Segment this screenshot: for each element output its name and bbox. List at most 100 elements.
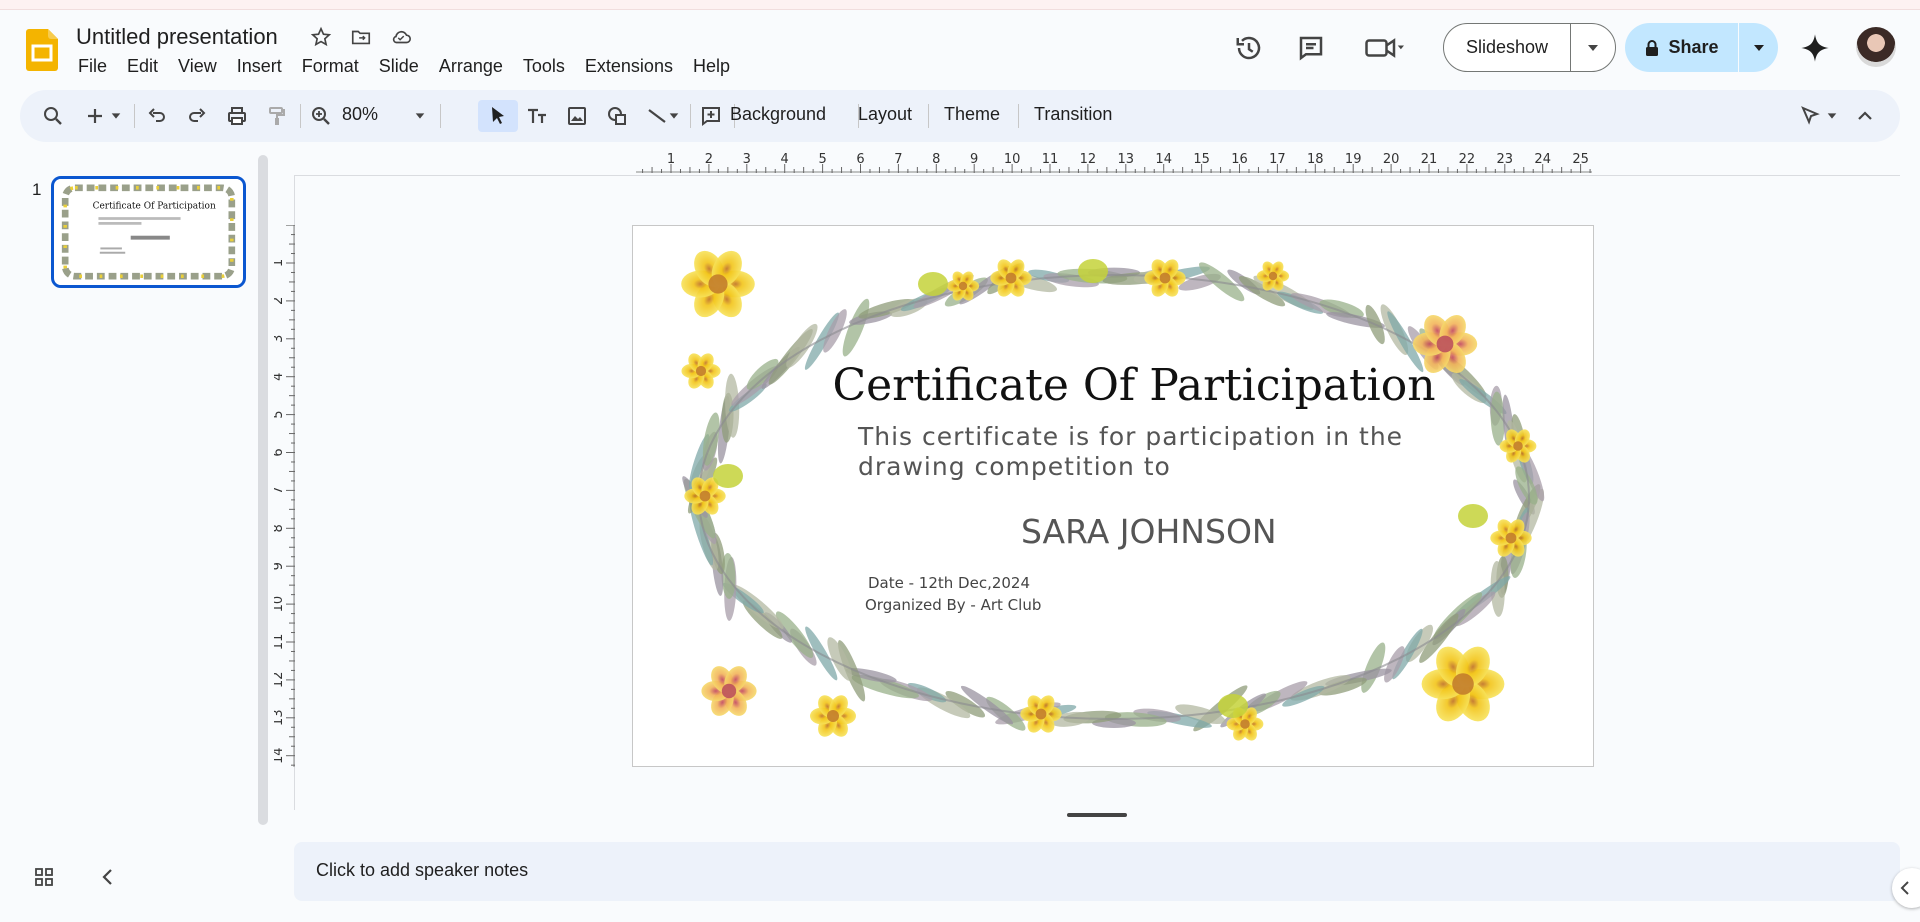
menu-file[interactable]: File [78,56,115,77]
redo-button[interactable] [184,103,210,129]
print-icon [228,107,246,125]
hide-menus-button[interactable] [1852,103,1878,129]
ruler-tick-label: 25 [1572,152,1589,167]
add-comment-button[interactable] [698,103,724,129]
editing-mode-button[interactable] [1798,103,1824,129]
menu-insert[interactable]: Insert [225,56,290,77]
theme-button[interactable]: Theme [944,104,1000,125]
horizontal-ruler[interactable]: 1 2 3 4 5 6 7 8 9 10 11 12 13 14 15 16 17 18 19 20 21 22 23 24 2… [636,152,1592,176]
editing-mode-dropdown[interactable] [1824,103,1840,129]
toolbar-divider [1018,104,1019,128]
zoom-dropdown[interactable] [412,103,428,129]
menu-format[interactable]: Format [290,56,367,77]
transition-button[interactable]: Transition [1034,104,1112,125]
background-button[interactable]: Background [730,104,826,125]
gemini-sparkle-icon[interactable] [1800,33,1830,63]
menu-slide[interactable]: Slide [367,56,427,77]
insert-image-button[interactable] [564,103,590,129]
menu-extensions[interactable]: Extensions [573,56,681,77]
flower-center [699,490,711,502]
layout-button[interactable]: Layout [858,104,912,125]
new-slide-dropdown[interactable] [108,103,124,129]
undo-button[interactable] [144,103,170,129]
chevron-down-icon [415,113,425,119]
version-history-icon[interactable] [1234,33,1264,63]
slideshow-button[interactable]: Slideshow [1443,23,1616,72]
paint-format-icon [269,107,285,125]
new-slide-button[interactable] [82,103,108,129]
ruler-tick-label: 10 [1004,152,1021,167]
menu-edit[interactable]: Edit [115,56,166,77]
ruler-tick-label: 10 [274,596,286,613]
certificate-date[interactable]: Date - 12th Dec,2024 [868,574,1030,592]
grid-view-icon[interactable] [33,865,57,889]
menu-view[interactable]: View [166,56,225,77]
move-folder-icon[interactable] [350,26,372,48]
ruler-tick-label: 7 [274,486,286,494]
share-dropdown[interactable] [1739,43,1778,53]
line-dropdown[interactable] [666,103,682,129]
undo-icon [148,108,165,122]
flower-center [708,274,728,294]
menu-help[interactable]: Help [681,56,738,77]
share-label-wrap[interactable]: Share [1625,23,1739,72]
ruler-tick-label: 22 [1459,152,1476,167]
slide-thumbnail-1[interactable]: Certificate Of Participation [51,176,246,288]
text-box-button[interactable] [524,103,550,129]
flower-center [1505,532,1517,544]
zoom-button[interactable] [308,103,334,129]
shape-button[interactable] [604,103,630,129]
print-button[interactable] [224,103,250,129]
slideshow-dropdown[interactable] [1571,43,1615,53]
certificate-title[interactable]: Certificate Of Participation [633,360,1593,411]
flower-center [1268,271,1278,281]
ruler-tick-label: 5 [274,410,286,418]
chevron-down-icon [111,113,121,119]
flower-center [1452,673,1474,695]
slides-panel-scrollbar[interactable] [258,155,268,825]
pen-cursor-icon [1801,106,1820,125]
ruler-tick-label: 19 [1345,152,1362,167]
vertical-ruler[interactable]: 1234567891011121314 [274,225,296,767]
ruler-tick-label: 11 [274,634,286,651]
ruler-tick-label: 21 [1421,152,1438,167]
flower-bud [1078,259,1108,283]
leaf-shape [842,298,870,357]
slides-logo-icon[interactable] [26,29,58,71]
side-panel-toggle[interactable] [1892,868,1920,908]
zoom-value[interactable]: 80% [342,104,378,125]
cursor-arrow-icon [492,107,504,124]
menu-arrange[interactable]: Arrange [427,56,511,77]
toolbar-divider [928,104,929,128]
menu-bar: File Edit View Insert Format Slide Arran… [78,56,738,77]
slideshow-label[interactable]: Slideshow [1444,24,1571,71]
chevron-left-icon [1900,881,1909,895]
slide-canvas[interactable]: Certificate Of Participation This certif… [632,225,1594,767]
paint-format-button[interactable] [264,103,290,129]
ruler-tick-label: 4 [274,373,286,381]
ruler-tick-label: 8 [932,152,940,167]
comments-icon[interactable] [1296,33,1326,63]
window-top-strip [0,0,1920,10]
menu-tools[interactable]: Tools [511,56,573,77]
certificate-subtitle[interactable]: This certificate is for participation in… [858,422,1418,482]
document-title[interactable]: Untitled presentation [76,24,278,50]
chevron-down-icon [669,113,679,119]
share-button[interactable]: Share [1625,23,1778,72]
collapse-panel-icon[interactable] [96,865,120,889]
shapes-icon [608,107,626,125]
cloud-saved-icon[interactable] [390,26,412,48]
floral-wreath-border [681,250,1545,741]
speaker-notes[interactable]: Click to add speaker notes [294,842,1900,901]
user-avatar[interactable] [1856,27,1896,67]
recipient-name[interactable]: SARA JOHNSON [1021,512,1277,551]
search-menus-button[interactable] [40,103,66,129]
select-tool-button[interactable] [485,103,511,129]
toolbar-divider [440,104,441,128]
certificate-organizer[interactable]: Organized By - Art Club [865,596,1041,614]
notes-resize-handle[interactable] [1067,813,1127,817]
star-icon[interactable] [310,26,332,48]
ruler-tick-label: 7 [894,152,902,167]
chevron-down-icon [1588,44,1598,51]
meet-video-icon[interactable] [1364,33,1404,63]
